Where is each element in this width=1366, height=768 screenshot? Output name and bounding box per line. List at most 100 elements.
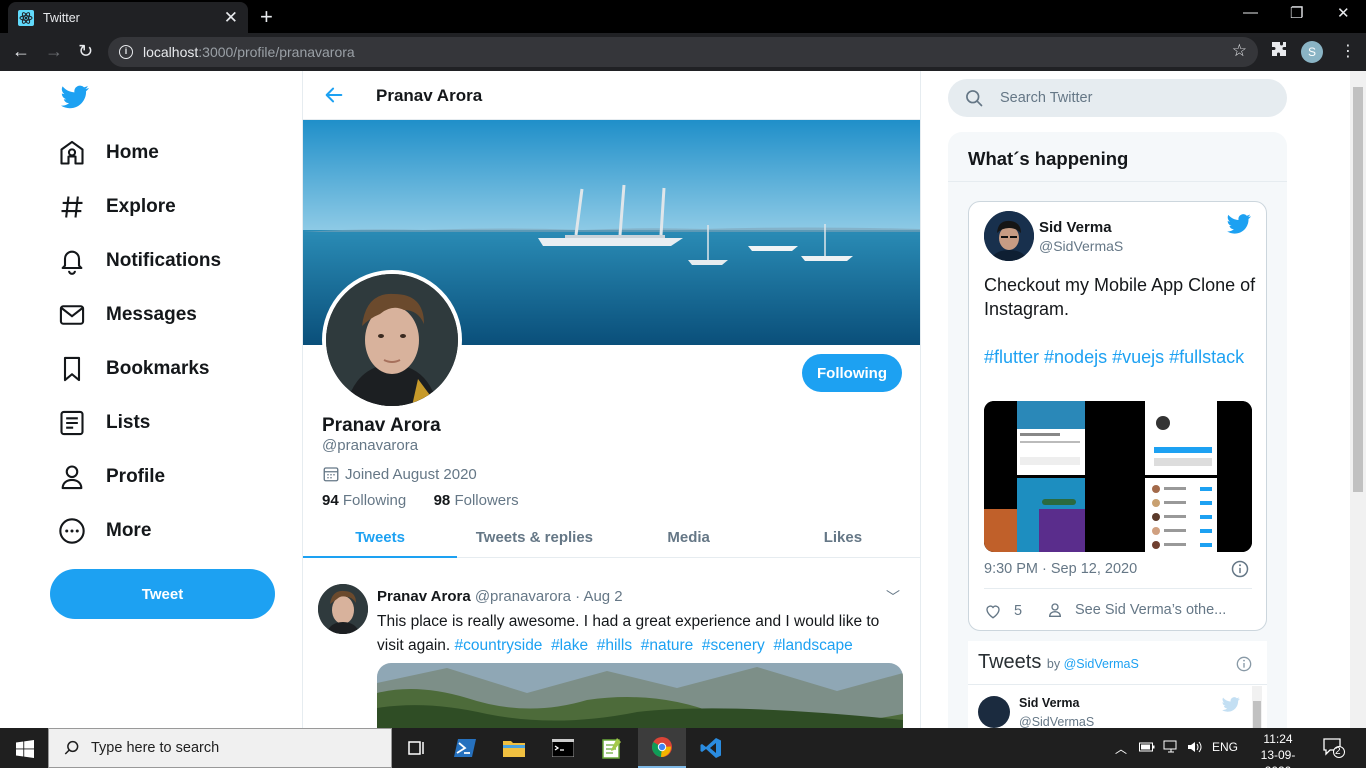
tweet-avatar[interactable] — [318, 584, 368, 634]
twitter-bird-icon[interactable] — [1222, 697, 1240, 712]
search-input[interactable]: Search Twitter — [948, 79, 1287, 117]
tweet-header: Pranav Arora @pranavarora · Aug 2 — [377, 588, 623, 605]
embed-image-grid[interactable] — [984, 401, 1252, 552]
calendar-icon — [323, 467, 339, 482]
timeline-scrollbar[interactable] — [1252, 686, 1262, 728]
battery-icon[interactable] — [1139, 741, 1155, 753]
timeline-avatar[interactable] — [978, 696, 1010, 728]
tab-close-icon[interactable]: ✕ — [224, 8, 238, 28]
sidebar-item-profile[interactable]: Profile — [58, 463, 165, 491]
embed-like-button[interactable]: 5 — [984, 602, 1022, 620]
sidebar-item-lists[interactable]: Lists — [58, 409, 150, 437]
embed-author-name[interactable]: Sid Verma — [1039, 219, 1112, 236]
following-button[interactable]: Following — [802, 354, 902, 392]
embed-timestamp[interactable]: 9:30 PM · Sep 12, 2020 — [984, 561, 1137, 577]
restore-icon[interactable]: ❐ — [1290, 4, 1303, 22]
header-profile-name: Pranav Arora — [376, 86, 483, 105]
info-icon[interactable] — [1236, 656, 1252, 672]
sidebar-label-messages: Messages — [106, 304, 197, 325]
hashtag-link[interactable]: #landscape — [773, 637, 852, 654]
notification-count: 2 — [1335, 746, 1341, 757]
browser-tab[interactable]: Twitter ✕ — [8, 2, 248, 33]
task-view-button[interactable] — [392, 728, 440, 768]
profile-column: Pranav Arora Following Pranav Arora @pra… — [302, 71, 921, 728]
hashtag-link[interactable]: #hills — [597, 637, 632, 654]
tweet-date[interactable]: Aug 2 — [583, 588, 622, 605]
embed-hashtags[interactable]: #flutter #nodejs #vuejs #fullstack — [984, 345, 1256, 369]
back-arrow-icon[interactable] — [323, 84, 345, 106]
twitter-bird-icon[interactable] — [1227, 214, 1251, 234]
new-tab-icon[interactable]: + — [260, 4, 273, 30]
whats-happening-panel: What´s happening Sid Verma @SidVermaS Ch… — [948, 132, 1287, 728]
taskbar-app-powershell[interactable] — [441, 728, 489, 768]
embed-author-handle[interactable]: @SidVermaS — [1039, 238, 1123, 254]
timeline-scroll-thumb[interactable] — [1253, 701, 1261, 728]
profile-header-bar: Pranav Arora — [303, 71, 920, 120]
embed-see-more-link[interactable]: See Sid Verma’s othe... — [1047, 602, 1226, 618]
hashtag-link[interactable]: #scenery — [702, 637, 765, 654]
sidebar-item-home[interactable]: Home — [58, 139, 159, 167]
taskbar-app-chrome[interactable] — [638, 728, 686, 768]
chevron-down-icon[interactable]: ﹀ — [886, 587, 900, 607]
action-center-button[interactable]: 2 — [1323, 738, 1345, 761]
heart-icon — [986, 605, 1000, 619]
back-icon[interactable]: ← — [12, 41, 30, 62]
sidebar-item-messages[interactable]: Messages — [58, 301, 197, 329]
minimize-icon[interactable]: — — [1243, 4, 1258, 21]
volume-icon[interactable] — [1187, 740, 1203, 754]
tweet-image[interactable] — [377, 663, 903, 728]
following-stat[interactable]: 94 Following — [322, 492, 406, 509]
person-icon — [61, 465, 83, 490]
timeline-author-name[interactable]: Sid Verma — [1019, 696, 1079, 710]
bookmark-star-icon[interactable]: ☆ — [1232, 41, 1247, 61]
followers-stat[interactable]: 98 Followers — [434, 492, 519, 509]
extensions-icon[interactable] — [1271, 41, 1287, 57]
tweet-button[interactable]: Tweet — [50, 569, 275, 619]
tweet-item[interactable]: Pranav Arora @pranavarora · Aug 2 ﹀ This… — [303, 559, 920, 728]
page-scrollbar[interactable] — [1350, 71, 1366, 728]
language-indicator[interactable]: ENG — [1212, 740, 1238, 754]
windows-taskbar: Type here to search ︿ ENG 11:24 13-09- 2 — [0, 728, 1366, 768]
chrome-profile-avatar[interactable]: S — [1301, 41, 1323, 63]
taskbar-app-terminal[interactable] — [539, 728, 587, 768]
taskbar-app-notepadpp[interactable] — [588, 728, 636, 768]
profile-avatar[interactable] — [322, 270, 462, 410]
address-bar[interactable]: i localhost :3000/profile/pranavarora ☆ — [108, 37, 1258, 67]
forward-icon[interactable]: → — [45, 41, 63, 62]
sidebar-item-bookmarks[interactable]: Bookmarks — [58, 355, 210, 383]
network-icon[interactable] — [1163, 740, 1179, 754]
close-window-icon[interactable]: ✕ — [1337, 4, 1350, 22]
taskbar-app-vscode[interactable] — [687, 728, 735, 768]
reload-icon[interactable]: ↻ — [78, 41, 93, 62]
windows-start-icon[interactable] — [16, 740, 34, 758]
timeline-author-handle[interactable]: @SidVermaS — [1019, 715, 1094, 728]
tab-tweets-replies[interactable]: Tweets & replies — [457, 518, 611, 557]
whats-happening-title: What´s happening — [968, 148, 1129, 169]
sidebar-item-notifications[interactable]: Notifications — [58, 247, 221, 275]
screen: Twitter ✕ + — ❐ ✕ ← → ↻ i localhost :300… — [0, 0, 1366, 768]
sidebar-item-more[interactable]: More — [58, 517, 151, 545]
tab-tweets[interactable]: Tweets — [303, 518, 458, 558]
embedded-tweet[interactable]: Sid Verma @SidVermaS Checkout my Mobile … — [968, 201, 1267, 631]
timeline-handle-link[interactable]: @SidVermaS — [1064, 657, 1139, 671]
twitter-logo-icon[interactable] — [61, 85, 89, 109]
hashtag-link[interactable]: #nature — [641, 637, 694, 654]
hashtag-link[interactable]: #countryside — [455, 637, 543, 654]
info-icon[interactable] — [1231, 560, 1249, 578]
site-info-icon[interactable]: i — [119, 45, 133, 59]
tab-likes[interactable]: Likes — [766, 518, 920, 557]
sidebar-item-explore[interactable]: Explore — [58, 193, 176, 221]
taskbar-app-explorer[interactable] — [490, 728, 538, 768]
tweet-author-handle[interactable]: @pranavarora — [475, 588, 571, 605]
show-hidden-icons-icon[interactable]: ︿ — [1115, 740, 1127, 757]
chrome-menu-icon[interactable]: ⋮ — [1340, 41, 1356, 61]
powershell-icon — [454, 739, 476, 757]
embed-avatar[interactable] — [984, 211, 1034, 261]
tweet-author-name[interactable]: Pranav Arora — [377, 588, 471, 605]
page-scroll-thumb[interactable] — [1353, 87, 1363, 492]
hashtag-link[interactable]: #lake — [551, 637, 588, 654]
taskbar-search-input[interactable]: Type here to search — [48, 728, 392, 768]
taskbar-clock[interactable]: 11:24 13-09-2020 — [1253, 731, 1303, 768]
tab-media[interactable]: Media — [612, 518, 766, 557]
following-label: Following — [342, 492, 407, 509]
